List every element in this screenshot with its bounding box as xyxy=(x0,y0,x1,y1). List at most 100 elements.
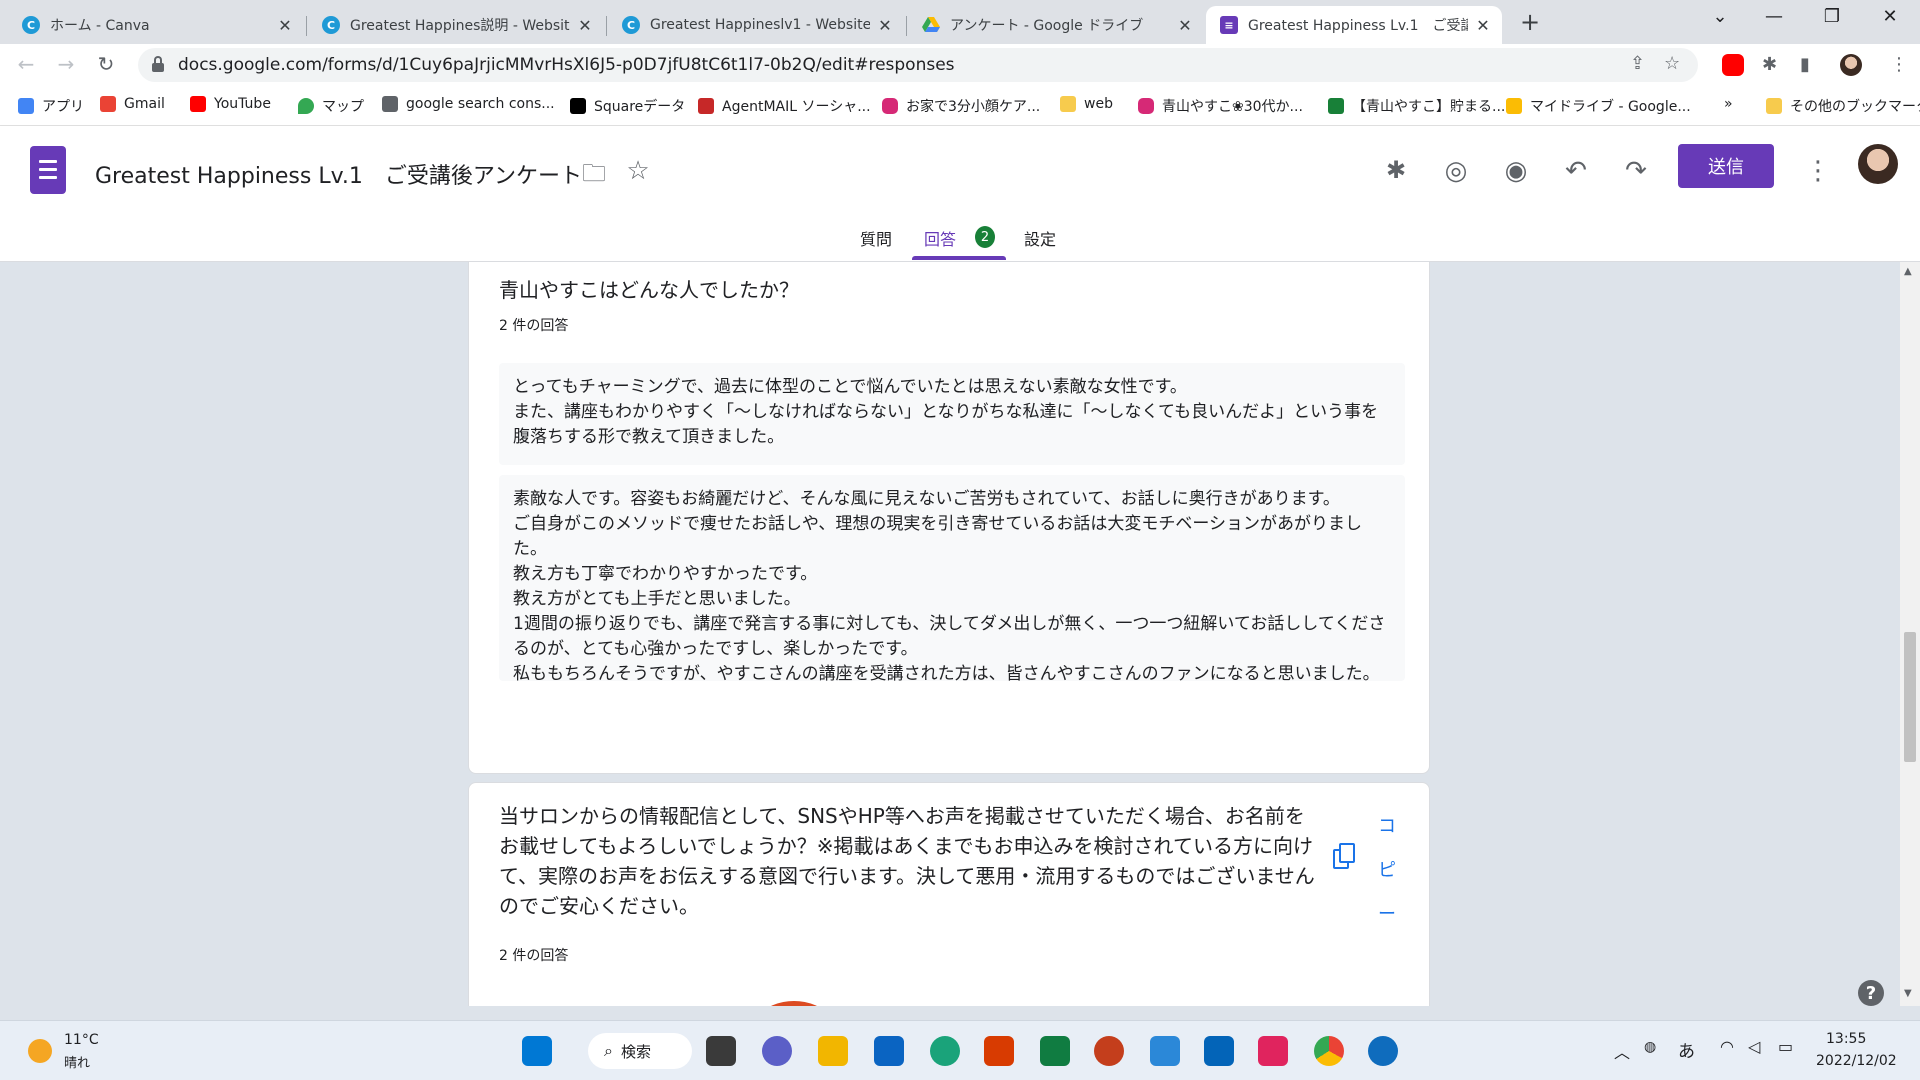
close-window-icon[interactable]: ✕ xyxy=(1870,6,1910,27)
more-options-icon[interactable]: ⋮ xyxy=(1800,156,1836,186)
bookmark-web-folder[interactable]: web xyxy=(1060,96,1113,112)
star-icon[interactable]: ☆ xyxy=(620,156,656,186)
close-icon[interactable]: ✕ xyxy=(576,16,594,35)
volume-icon[interactable]: ◁ xyxy=(1748,1037,1760,1056)
forward-icon[interactable]: → xyxy=(52,52,80,76)
chrome-icon[interactable] xyxy=(1314,1036,1344,1066)
tab-responses[interactable]: 回答 xyxy=(924,226,956,250)
wifi-icon[interactable]: ◠ xyxy=(1720,1037,1734,1056)
bookmark-maps[interactable]: マップ xyxy=(298,96,364,116)
app-icon[interactable] xyxy=(1368,1036,1398,1066)
bookmark-my-drive[interactable]: マイドライブ - Google... xyxy=(1506,96,1691,116)
url-text[interactable]: docs.google.com/forms/d/1Cuy6paJrjicMMvr… xyxy=(178,55,955,75)
youtube-extension-icon[interactable] xyxy=(1722,54,1744,76)
send-button[interactable]: 送信 xyxy=(1678,144,1774,188)
bookmark-youtube[interactable]: YouTube xyxy=(190,96,271,112)
task-view-icon[interactable] xyxy=(706,1036,736,1066)
redo-icon[interactable]: ↷ xyxy=(1618,156,1654,186)
user-avatar[interactable] xyxy=(1858,144,1898,184)
bookmark-star-icon[interactable]: ☆ xyxy=(1664,53,1680,74)
minimize-icon[interactable]: — xyxy=(1754,6,1794,27)
creative-cloud-icon[interactable] xyxy=(1258,1036,1288,1066)
reload-icon[interactable]: ↻ xyxy=(92,52,120,76)
browser-toolbar: ← → ↻ docs.google.com/forms/d/1Cuy6paJrj… xyxy=(0,44,1920,86)
scroll-up-icon[interactable]: ▲ xyxy=(1904,266,1912,277)
folder-move-icon[interactable]: 🗀 xyxy=(576,156,612,197)
bookmark-gmail[interactable]: Gmail xyxy=(100,96,165,112)
bookmark-label: Squareデータ xyxy=(594,99,686,115)
taskbar-search[interactable]: ⌕ 検索 xyxy=(588,1033,692,1069)
more-menu-icon[interactable]: ⋮ xyxy=(1890,54,1908,75)
chat-icon[interactable] xyxy=(762,1036,792,1066)
undo-icon[interactable]: ↶ xyxy=(1558,156,1594,186)
bookmark-search-console[interactable]: google search cons... xyxy=(382,96,555,112)
bookmark-other[interactable]: その他のブックマーク xyxy=(1766,96,1920,116)
app-icon[interactable] xyxy=(1150,1036,1180,1066)
office-icon[interactable] xyxy=(984,1036,1014,1066)
weather-condition[interactable]: 晴れ xyxy=(64,1052,90,1071)
help-icon[interactable]: ? xyxy=(1858,980,1884,1006)
profile-avatar[interactable] xyxy=(1840,54,1862,76)
close-icon[interactable]: ✕ xyxy=(1474,16,1492,35)
restore-icon[interactable]: ❐ xyxy=(1812,6,1852,27)
clock-date[interactable]: 2022/12/02 xyxy=(1816,1053,1897,1069)
bookmark-instagram-2[interactable]: 青山やすこ❀30代か... xyxy=(1138,96,1303,116)
close-icon[interactable]: ✕ xyxy=(276,16,294,35)
powerpoint-icon[interactable] xyxy=(1094,1036,1124,1066)
bookmarks-overflow-icon[interactable]: » xyxy=(1724,96,1733,112)
windows-taskbar: 11°C 晴れ ⌕ 検索 ︿ ◍ あ ◠ ◁ ▭ 13:55 2022/12/02 xyxy=(0,1020,1920,1080)
ime-indicator[interactable]: あ xyxy=(1678,1037,1695,1062)
text-answer: 素敵な人です。容姿もお綺麗だけど、そんな風に見えないご苦労もされていて、お話しに… xyxy=(499,475,1405,684)
copy-chart-icon[interactable] xyxy=(1331,843,1361,873)
tab-search-icon[interactable]: ⌄ xyxy=(1700,6,1740,27)
scrollbar-thumb[interactable] xyxy=(1904,632,1916,762)
clock-time[interactable]: 13:55 xyxy=(1826,1031,1866,1047)
file-explorer-icon[interactable] xyxy=(818,1036,848,1066)
mail-icon[interactable] xyxy=(874,1036,904,1066)
answer-line: とってもチャーミングで、過去に体型のことで悩んでいたとは思えない素敵な女性です。 xyxy=(513,377,1187,397)
new-tab-icon[interactable]: + xyxy=(1520,8,1540,36)
bookmark-sheets[interactable]: 【青山やすこ】貯まる... xyxy=(1328,96,1505,116)
back-icon[interactable]: ← xyxy=(12,52,40,76)
form-title[interactable]: Greatest Happiness Lv.1 ご受講後アンケート xyxy=(95,158,582,190)
scroll-down-icon[interactable]: ▼ xyxy=(1904,988,1912,999)
weather-sun-icon[interactable] xyxy=(28,1039,52,1063)
maps-pin-icon xyxy=(298,98,314,114)
weather-temperature[interactable]: 11°C xyxy=(64,1032,99,1048)
browser-tab[interactable]: アンケート - Google ドライブ ✕ xyxy=(908,6,1204,44)
tab-title: Greatest Happiness Lv.1 ご受講 xyxy=(1248,18,1468,34)
tab-questions[interactable]: 質問 xyxy=(860,226,892,250)
tab-divider xyxy=(606,16,607,36)
palette-icon[interactable]: ◎ xyxy=(1438,156,1474,186)
tab-settings[interactable]: 設定 xyxy=(1024,226,1056,250)
address-bar[interactable]: docs.google.com/forms/d/1Cuy6paJrjicMMvr… xyxy=(138,48,1698,82)
bookmark-label: お家で3分小顔ケア... xyxy=(906,99,1041,115)
battery-icon[interactable]: ▭ xyxy=(1778,1037,1793,1056)
page-scrollbar[interactable]: ▲ ▼ xyxy=(1900,262,1920,1006)
excel-icon[interactable] xyxy=(1040,1036,1070,1066)
side-panel-icon[interactable]: ▮ xyxy=(1800,54,1810,75)
extensions-puzzle-icon[interactable]: ✱ xyxy=(1762,54,1777,75)
google-forms-logo-icon[interactable] xyxy=(30,146,66,194)
copy-chart-button[interactable]: コピー xyxy=(1377,805,1397,937)
show-hidden-icons-icon[interactable]: ︿ xyxy=(1614,1039,1630,1063)
bookmark-agentmail[interactable]: AgentMAIL ソーシャ... xyxy=(698,96,871,116)
answer-line: また、講座もわかりやすく「〜しなければならない」となりがちな私達に「〜しなくても… xyxy=(513,402,1379,447)
share-icon[interactable]: ⇪ xyxy=(1630,53,1645,74)
lock-icon[interactable] xyxy=(152,56,164,72)
close-icon[interactable]: ✕ xyxy=(876,16,894,35)
browser-tab[interactable]: C ホーム - Canva ✕ xyxy=(8,6,304,44)
edge-browser-icon[interactable] xyxy=(930,1036,960,1066)
preview-eye-icon[interactable]: ◉ xyxy=(1498,156,1534,186)
bookmark-instagram[interactable]: お家で3分小顔ケア... xyxy=(882,96,1040,116)
browser-tab[interactable]: C Greatest Happines説明 - Website ✕ xyxy=(308,6,604,44)
browser-tab-active[interactable]: ≡ Greatest Happiness Lv.1 ご受講 ✕ xyxy=(1206,6,1502,44)
addons-puzzle-icon[interactable]: ✱ xyxy=(1378,156,1414,184)
bookmark-square[interactable]: Squareデータ xyxy=(570,96,685,116)
start-windows-icon[interactable] xyxy=(522,1036,552,1066)
browser-tab[interactable]: C Greatest Happineslv1 - Website ✕ xyxy=(608,6,904,44)
bookmark-apps[interactable]: アプリ xyxy=(18,96,84,116)
network-status-icon[interactable]: ◍ xyxy=(1644,1039,1656,1055)
close-icon[interactable]: ✕ xyxy=(1176,16,1194,35)
outlook-icon[interactable] xyxy=(1204,1036,1234,1066)
